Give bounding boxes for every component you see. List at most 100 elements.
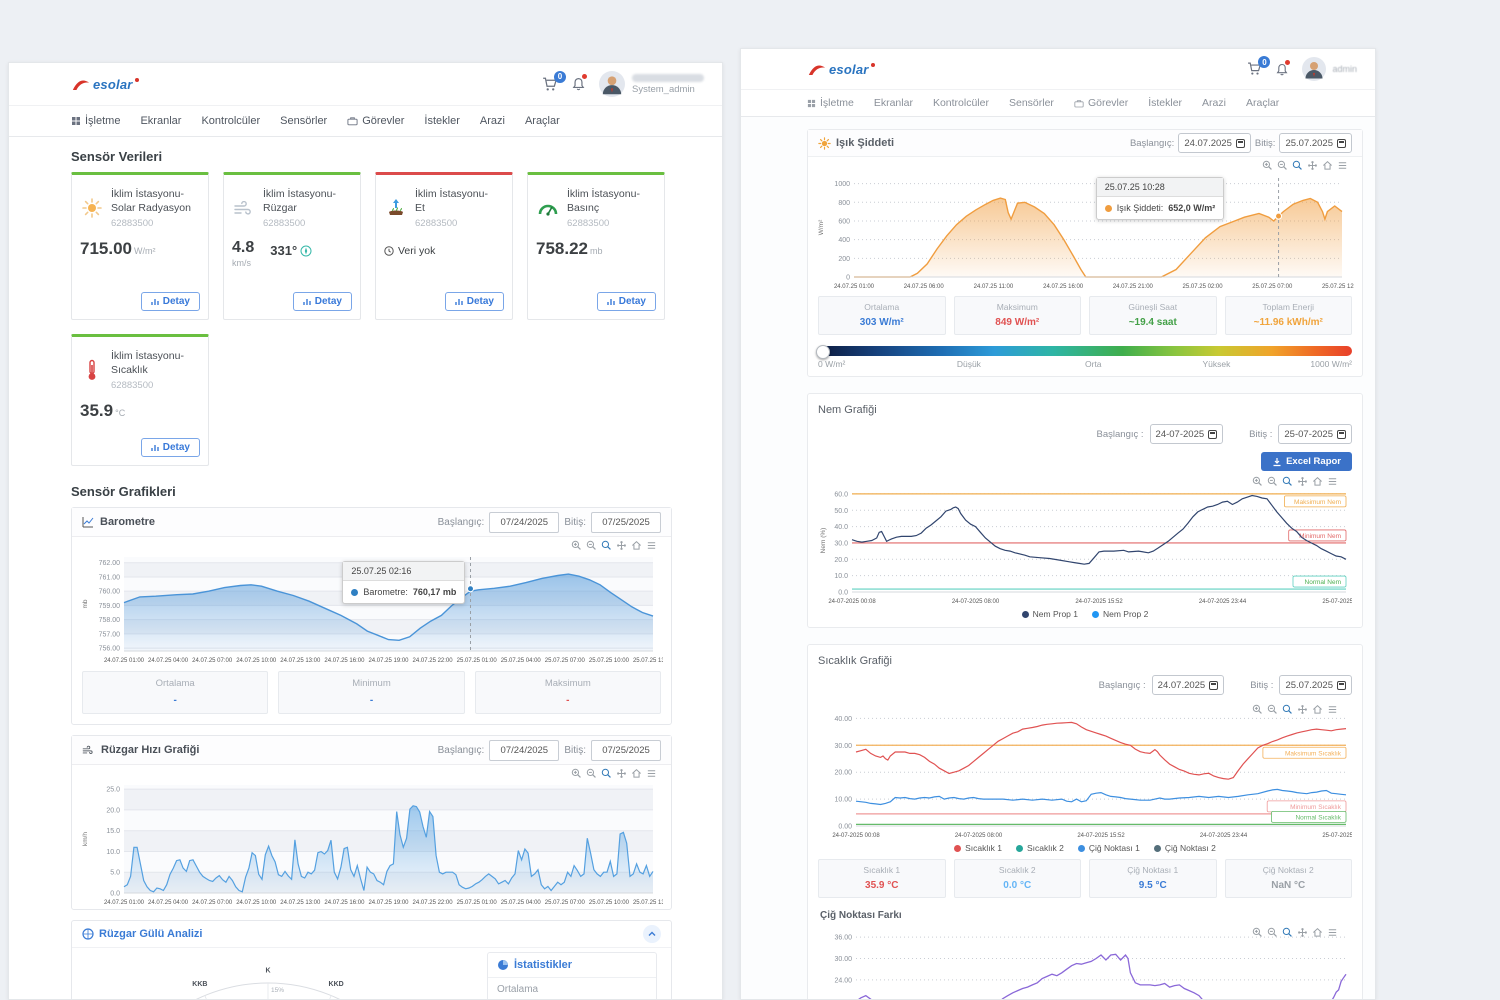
- legend-item[interactable]: Çiğ Noktası 1: [1078, 843, 1140, 853]
- zoom-in-icon[interactable]: [571, 540, 582, 551]
- legend-item[interactable]: Nem Prop 2: [1092, 609, 1148, 619]
- cart-button[interactable]: 0: [542, 77, 558, 92]
- zoom-select-icon[interactable]: [1282, 476, 1293, 487]
- start-date-input[interactable]: [489, 512, 559, 533]
- home-icon[interactable]: [1312, 704, 1323, 715]
- start-date-label: Başlangıç :: [1097, 429, 1144, 440]
- nav-item-gorevler[interactable]: Görevler: [347, 115, 404, 127]
- app-logo[interactable]: esolar: [807, 62, 875, 77]
- menu-icon[interactable]: [1327, 927, 1338, 938]
- zoom-out-icon[interactable]: [1267, 476, 1278, 487]
- stat-box: Maksimum-: [475, 671, 661, 714]
- nav-item-arazi[interactable]: Arazi: [1202, 97, 1226, 109]
- end-date-input[interactable]: 25-07-2025: [1278, 424, 1352, 444]
- pan-icon[interactable]: [1297, 927, 1308, 938]
- detail-button[interactable]: Detay: [141, 438, 200, 457]
- menu-icon[interactable]: [646, 540, 657, 551]
- windrose-chart[interactable]: KKKDKDDKDDDGDGDGGDGGGBGBBGBBBKBKBKKB3%6%…: [78, 952, 477, 1000]
- end-date-input[interactable]: [591, 512, 661, 533]
- nav-item-sensorler[interactable]: Sensörler: [1009, 97, 1054, 109]
- light-intensity-chart[interactable]: 1000800600400200024.07.25 01:0024.07.25 …: [816, 173, 1354, 291]
- tooltip-series: Işık Şiddeti:: [1117, 203, 1164, 213]
- pan-icon[interactable]: [1297, 704, 1308, 715]
- nav-item-kontrolculer[interactable]: Kontrolcüler: [933, 97, 989, 109]
- zoom-out-icon[interactable]: [1277, 160, 1288, 171]
- detail-button[interactable]: Detay: [293, 292, 352, 311]
- pan-icon[interactable]: [616, 540, 627, 551]
- wind-speed-chart[interactable]: 25.020.015.010.05.00.024.07.25 01:0024.0…: [80, 781, 663, 907]
- scale-slider-knob[interactable]: [816, 345, 830, 359]
- nav-item-gorevler[interactable]: Görevler: [1074, 97, 1128, 109]
- zoom-in-icon[interactable]: [1252, 476, 1263, 487]
- zoom-out-icon[interactable]: [1267, 927, 1278, 938]
- app-logo[interactable]: esolar: [71, 77, 139, 92]
- menu-icon[interactable]: [1327, 476, 1338, 487]
- menu-icon[interactable]: [1327, 704, 1338, 715]
- detail-button[interactable]: Detay: [597, 292, 656, 311]
- nav-item-kontrolculer[interactable]: Kontrolcüler: [201, 115, 260, 127]
- detail-button[interactable]: Detay: [141, 292, 200, 311]
- nav-item-istekler[interactable]: İstekler: [1148, 97, 1182, 109]
- temperature-chart[interactable]: 40.0030.0020.0010.000.00Maksimum Sıcaklı…: [818, 708, 1352, 840]
- user-menu[interactable]: System_admin: [599, 71, 704, 97]
- svg-text:25.07.25 12:00: 25.07.25 12:00: [1322, 284, 1354, 290]
- clock-icon: [384, 246, 394, 256]
- cart-button[interactable]: 0: [1247, 62, 1262, 76]
- nav-item-isletme[interactable]: İşletme: [71, 115, 120, 127]
- zoom-out-icon[interactable]: [586, 540, 597, 551]
- nav-item-araclar[interactable]: Araçlar: [525, 115, 560, 127]
- end-date-input[interactable]: [591, 740, 661, 761]
- nav-item-araclar[interactable]: Araçlar: [1246, 97, 1279, 109]
- nav-item-ekranlar[interactable]: Ekranlar: [874, 97, 913, 109]
- end-date-input[interactable]: 25.07.2025: [1279, 675, 1352, 695]
- start-date-input[interactable]: [489, 740, 559, 761]
- notifications-button[interactable]: [1276, 63, 1288, 76]
- start-date-input[interactable]: 24-07-2025: [1150, 424, 1224, 444]
- excel-report-button[interactable]: Excel Rapor: [1261, 452, 1352, 471]
- zoom-select-icon[interactable]: [1292, 160, 1303, 171]
- zoom-out-icon[interactable]: [1267, 704, 1278, 715]
- home-icon[interactable]: [631, 768, 642, 779]
- svg-text:24-07-2025 00:08: 24-07-2025 00:08: [828, 599, 876, 605]
- nav-item-sensorler[interactable]: Sensörler: [280, 115, 327, 127]
- pan-icon[interactable]: [616, 768, 627, 779]
- legend-item[interactable]: Çiğ Noktası 2: [1154, 843, 1216, 853]
- zoom-in-icon[interactable]: [571, 768, 582, 779]
- legend-item[interactable]: Sıcaklık 2: [1016, 843, 1064, 853]
- home-icon[interactable]: [1322, 160, 1333, 171]
- nav-item-arazi[interactable]: Arazi: [480, 115, 505, 127]
- start-date-input[interactable]: 24.07.2025: [1178, 133, 1251, 153]
- zoom-in-icon[interactable]: [1252, 704, 1263, 715]
- svg-text:762.00: 762.00: [99, 560, 121, 567]
- zoom-out-icon[interactable]: [586, 768, 597, 779]
- home-icon[interactable]: [631, 540, 642, 551]
- pan-icon[interactable]: [1307, 160, 1318, 171]
- stat-box: Minimum-: [278, 671, 464, 714]
- tooltip-time: 25.07.25 10:28: [1097, 178, 1224, 197]
- zoom-select-icon[interactable]: [1282, 927, 1293, 938]
- menu-icon[interactable]: [646, 768, 657, 779]
- nav-item-istekler[interactable]: İstekler: [424, 115, 459, 127]
- home-icon[interactable]: [1312, 927, 1323, 938]
- home-icon[interactable]: [1312, 476, 1323, 487]
- zoom-in-icon[interactable]: [1252, 927, 1263, 938]
- nav-item-isletme[interactable]: İşletme: [807, 97, 854, 109]
- end-date-input[interactable]: 25.07.2025: [1279, 133, 1352, 153]
- user-menu[interactable]: admin: [1302, 57, 1357, 81]
- humidity-chart[interactable]: 60.050.040.030.020.010.00.0Maksimum NemM…: [818, 484, 1352, 606]
- zoom-select-icon[interactable]: [601, 768, 612, 779]
- calendar-icon: [1209, 681, 1218, 690]
- pan-icon[interactable]: [1297, 476, 1308, 487]
- collapse-button[interactable]: [643, 925, 661, 943]
- zoom-select-icon[interactable]: [601, 540, 612, 551]
- zoom-in-icon[interactable]: [1262, 160, 1273, 171]
- legend-item[interactable]: Sıcaklık 1: [954, 843, 1002, 853]
- zoom-select-icon[interactable]: [1282, 704, 1293, 715]
- legend-item[interactable]: Nem Prop 1: [1022, 609, 1078, 619]
- detail-button[interactable]: Detay: [445, 292, 504, 311]
- start-date-input[interactable]: 24.07.2025: [1152, 675, 1225, 695]
- barometre-chart[interactable]: 762.00761.00760.00759.00758.00757.00756.…: [80, 553, 663, 665]
- nav-item-ekranlar[interactable]: Ekranlar: [140, 115, 181, 127]
- menu-icon[interactable]: [1337, 160, 1348, 171]
- notifications-button[interactable]: [572, 77, 585, 91]
